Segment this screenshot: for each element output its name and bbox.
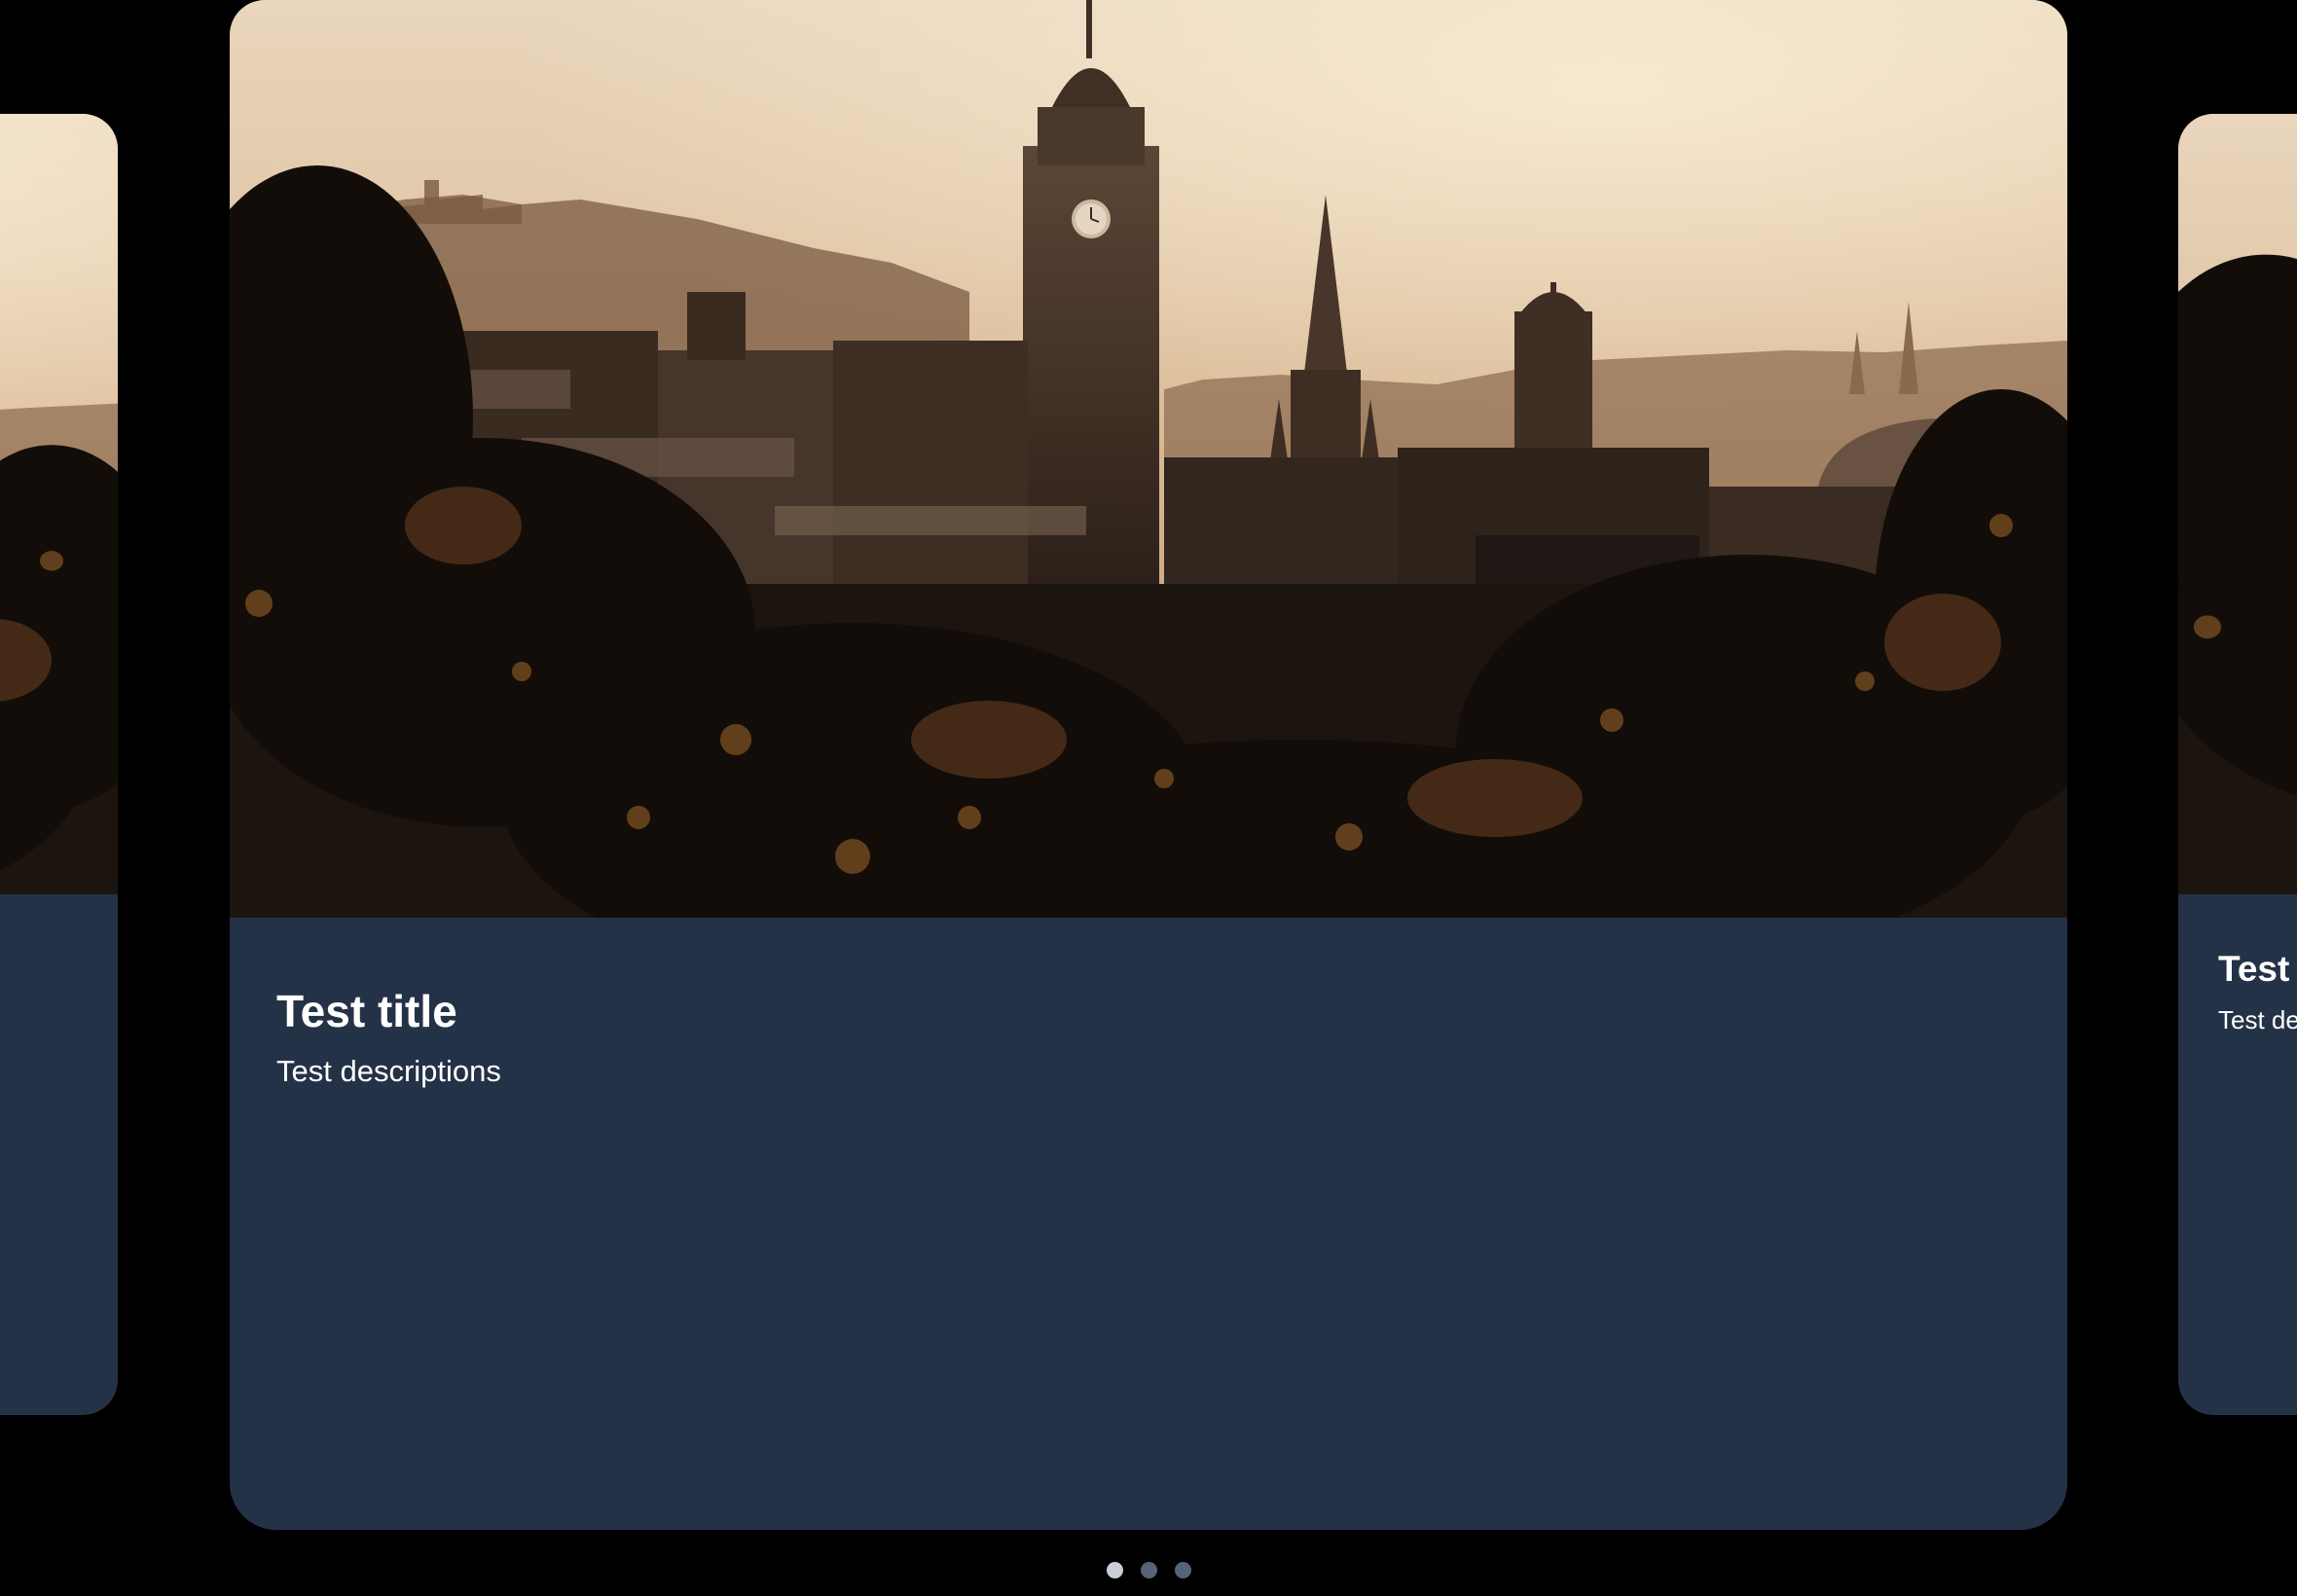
card-title: Test <box>2218 949 2290 989</box>
card-description: Test de <box>2218 1005 2297 1034</box>
pagination-dot-1[interactable] <box>1106 1562 1123 1578</box>
carousel-card-active[interactable]: Test title Test descriptions <box>230 0 2067 1530</box>
card-body <box>0 894 118 1415</box>
carousel: Test title Test descriptions Test Test d… <box>0 0 2297 1596</box>
card-body: Test title Test descriptions <box>230 918 2067 1530</box>
card-image <box>2178 114 2297 894</box>
card-title: Test title <box>276 986 457 1036</box>
pagination-dots <box>0 1562 2297 1579</box>
card-image <box>230 0 2067 918</box>
pagination-dot-2[interactable] <box>1140 1562 1157 1578</box>
carousel-card-next[interactable]: Test Test de <box>2178 114 2297 1415</box>
carousel-card-previous[interactable] <box>0 114 118 1415</box>
card-description: Test descriptions <box>276 1054 501 1088</box>
card-body: Test Test de <box>2178 894 2297 1415</box>
pagination-dot-3[interactable] <box>1174 1562 1191 1578</box>
card-image <box>0 114 118 894</box>
